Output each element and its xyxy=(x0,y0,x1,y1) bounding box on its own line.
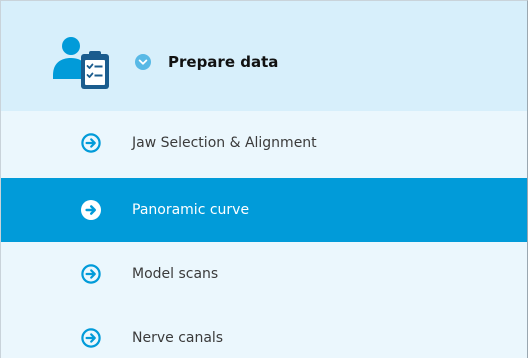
step-item-nerve-canals[interactable]: Nerve canals xyxy=(1,306,527,358)
section-title: Prepare data xyxy=(168,53,279,71)
step-label: Model scans xyxy=(132,266,219,282)
step-item-jaw-selection[interactable]: Jaw Selection & Alignment xyxy=(1,111,527,175)
patient-checklist-icon xyxy=(53,37,109,89)
arrow-right-circle-icon xyxy=(81,328,101,348)
step-item-panoramic-curve[interactable]: Panoramic curve xyxy=(1,178,527,242)
arrow-right-circle-icon xyxy=(81,200,101,220)
workflow-panel: Prepare data Jaw Selection & Alignment P… xyxy=(0,0,528,358)
chevron-down-circle-icon[interactable] xyxy=(135,54,151,70)
step-label: Nerve canals xyxy=(132,330,224,346)
section-header-prepare-data[interactable]: Prepare data xyxy=(1,1,527,111)
arrow-right-circle-icon xyxy=(81,264,101,284)
step-item-model-scans[interactable]: Model scans xyxy=(1,242,527,306)
step-label: Jaw Selection & Alignment xyxy=(132,135,317,151)
step-label: Panoramic curve xyxy=(132,202,250,218)
arrow-right-circle-icon xyxy=(81,133,101,153)
